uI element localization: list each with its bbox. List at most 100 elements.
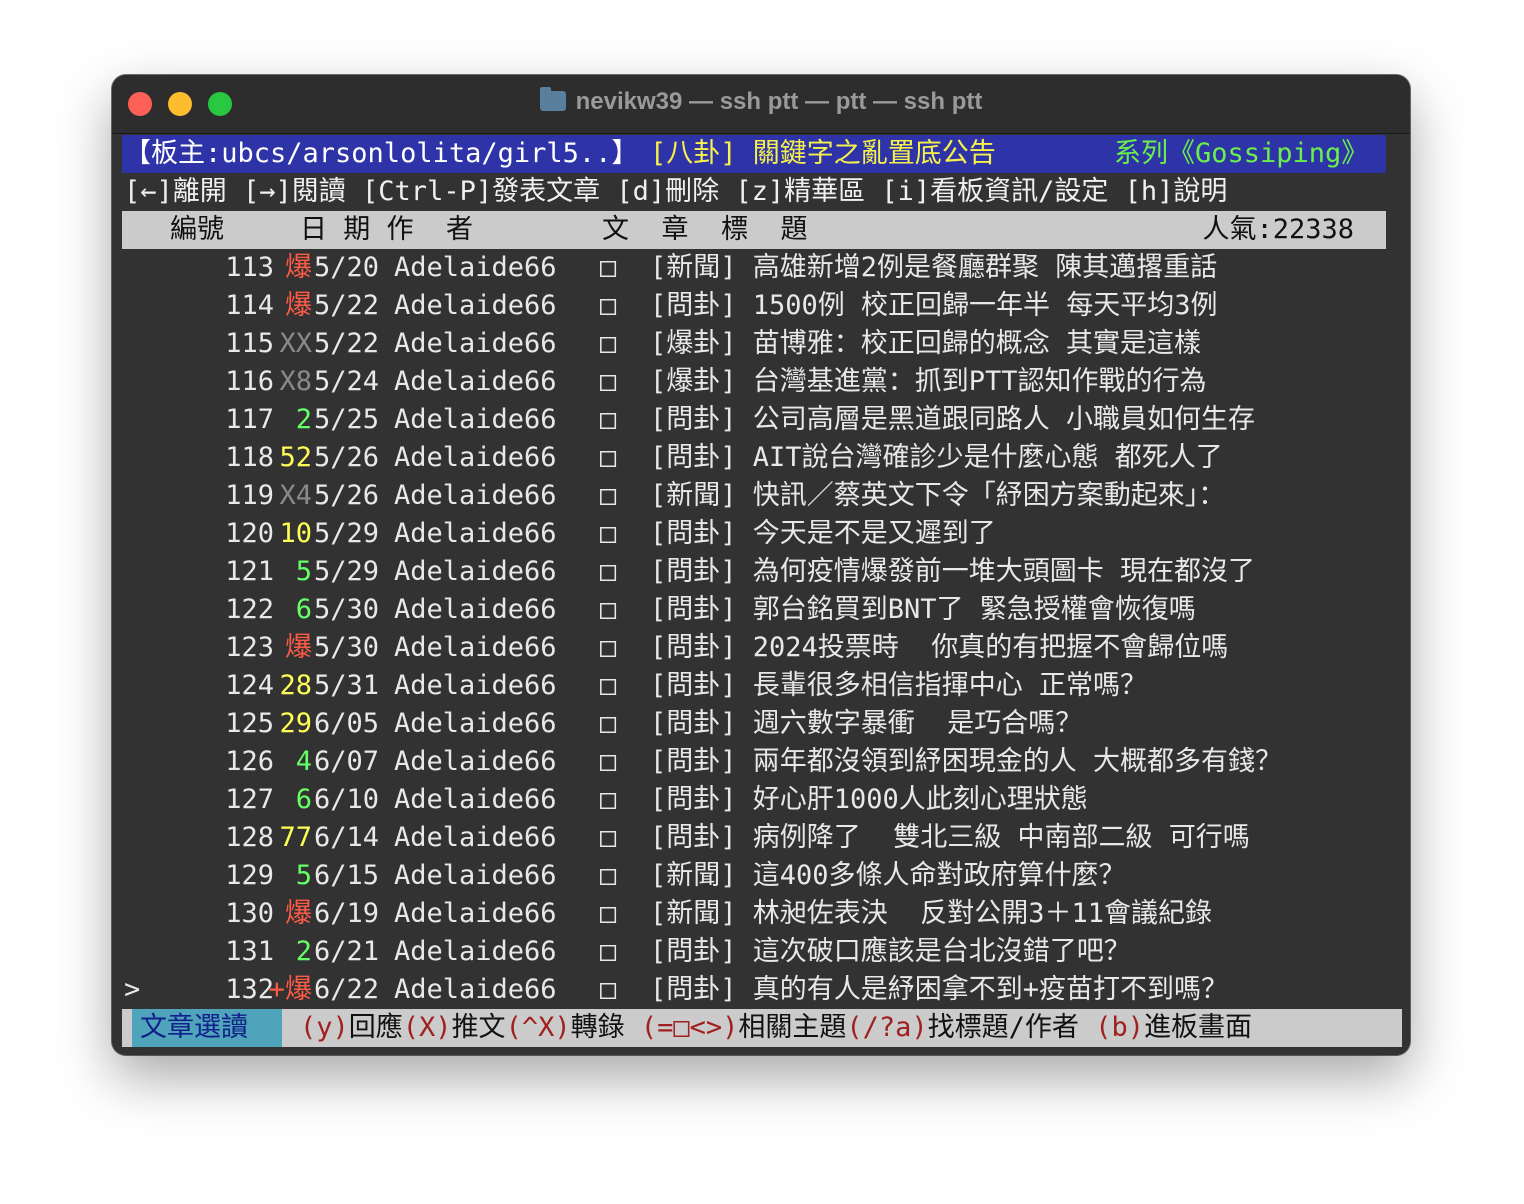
shortcut-key: (X) bbox=[402, 1012, 452, 1043]
article-date: 5/29 bbox=[314, 518, 380, 549]
shortcut-label: 進板畫面 bbox=[1143, 1012, 1252, 1043]
article-author: Adelaide66 bbox=[394, 594, 557, 625]
article-row[interactable]: 116 X8 5/24 Adelaide66 □ [爆卦] 台灣基進黨：抓到PTT認知作戰… bbox=[122, 363, 1402, 401]
article-date: 6/14 bbox=[314, 822, 380, 853]
article-author: Adelaide66 bbox=[394, 784, 557, 815]
push-score: 10 bbox=[279, 518, 312, 549]
push-score: X4 bbox=[279, 480, 312, 511]
article-mark: □ bbox=[600, 670, 617, 701]
article-date: 6/15 bbox=[314, 860, 380, 891]
col-popularity: 人氣:22338 bbox=[1202, 214, 1354, 245]
article-date: 5/25 bbox=[314, 404, 380, 435]
article-date: 5/29 bbox=[314, 556, 380, 587]
folder-icon bbox=[539, 87, 566, 111]
article-mark: □ bbox=[600, 632, 617, 663]
article-title[interactable]: [問卦] 週六數字暴衝 是巧合嗎？ bbox=[650, 705, 1082, 743]
title-bar: nevikw39 — ssh ptt — ptt — ssh ptt bbox=[112, 75, 1410, 134]
article-mark: □ bbox=[600, 860, 617, 891]
article-row[interactable]: 121 5 5/29 Adelaide66 □ [問卦] 為何疫情爆發前一堆大頭圖卡 現在… bbox=[122, 553, 1402, 591]
article-mark: □ bbox=[600, 480, 617, 511]
article-row[interactable]: >132 +爆 6/22 Adelaide66 □ [問卦] 真的有人是紓困拿不到+疫苗打… bbox=[122, 971, 1402, 1009]
article-title[interactable]: [新聞] 高雄新增2例是餐廳群聚 陳其邁撂重話 bbox=[650, 249, 1217, 287]
article-date: 6/22 bbox=[314, 974, 380, 1005]
push-score: 28 bbox=[279, 670, 312, 701]
article-row[interactable]: 114 爆 5/22 Adelaide66 □ [問卦] 1500例 校正回歸一年半 每天… bbox=[122, 287, 1402, 325]
article-mark: □ bbox=[600, 404, 617, 435]
article-author: Adelaide66 bbox=[394, 860, 557, 891]
article-title[interactable]: [問卦] 郭台銘買到BNT了 緊急授權會恢復嗎 bbox=[650, 591, 1196, 629]
column-header: 編號 日 期 作 者 文 章 標 題 人氣:22338 bbox=[122, 211, 1386, 249]
article-row[interactable]: 113 爆 5/20 Adelaide66 □ [新聞] 高雄新增2例是餐廳群聚 陳其邁撂… bbox=[122, 249, 1402, 287]
col-number: 編號 bbox=[170, 214, 224, 245]
article-title[interactable]: [問卦] AIT說台灣確診少是什麼心態 都死人了 bbox=[650, 439, 1223, 477]
article-mark: □ bbox=[600, 328, 617, 359]
board-header: 【板主:ubcs/arsonlolita/girl5..】 [八卦] 關鍵字之亂… bbox=[122, 135, 1386, 173]
article-title[interactable]: [問卦] 病例降了 雙北三級 中南部二級 可行嗎 bbox=[650, 819, 1250, 857]
push-score: 爆 bbox=[285, 632, 312, 663]
article-mark: □ bbox=[600, 784, 617, 815]
article-author: Adelaide66 bbox=[394, 480, 557, 511]
article-row[interactable]: 122 6 5/30 Adelaide66 □ [問卦] 郭台銘買到BNT了 緊急授權會恢… bbox=[122, 591, 1402, 629]
article-title[interactable]: [問卦] 長輩很多相信指揮中心 正常嗎？ bbox=[650, 667, 1147, 705]
article-author: Adelaide66 bbox=[394, 708, 557, 739]
article-mark: □ bbox=[600, 594, 617, 625]
article-row[interactable]: 115 XX 5/22 Adelaide66 □ [爆卦] 苗博雅：校正回歸的概念 其實是… bbox=[122, 325, 1402, 363]
article-date: 5/30 bbox=[314, 594, 380, 625]
shortcut-key: (/?a) bbox=[846, 1012, 928, 1043]
article-title[interactable]: [問卦] 好心肝1000人此刻心理狀態 bbox=[650, 781, 1088, 819]
article-author: Adelaide66 bbox=[394, 252, 557, 283]
article-mark: □ bbox=[600, 898, 617, 929]
col-date-author: 日 期 作 者 bbox=[300, 214, 474, 245]
article-row[interactable]: 131 2 6/21 Adelaide66 □ [問卦] 這次破口應該是台北沒錯了吧？ bbox=[122, 933, 1402, 971]
article-title[interactable]: [問卦] 1500例 校正回歸一年半 每天平均3例 bbox=[650, 287, 1218, 325]
article-row[interactable]: 124 28 5/31 Adelaide66 □ [問卦] 長輩很多相信指揮中心 正常嗎？ bbox=[122, 667, 1402, 705]
article-title[interactable]: [問卦] 為何疫情爆發前一堆大頭圖卡 現在都沒了 bbox=[650, 553, 1255, 591]
article-title[interactable]: [問卦] 今天是不是又遲到了 bbox=[650, 515, 996, 553]
article-title[interactable]: [問卦] 2024投票時 你真的有把握不會歸位嗎 bbox=[650, 629, 1228, 667]
push-score: 爆 bbox=[285, 252, 312, 283]
shortcut-label: 轉錄 bbox=[570, 1012, 625, 1043]
command-menu-text: [←]離開 [→]閱讀 [Ctrl-P]發表文章 [d]刪除 [z]精華區 [i… bbox=[124, 176, 1228, 207]
article-row[interactable]: 126 4 6/07 Adelaide66 □ [問卦] 兩年都沒領到紓困現金的人 大概都… bbox=[122, 743, 1402, 781]
article-title[interactable]: [問卦] 這次破口應該是台北沒錯了吧？ bbox=[650, 933, 1131, 971]
article-title[interactable]: [問卦] 兩年都沒領到紓困現金的人 大概都多有錢？ bbox=[650, 743, 1282, 781]
article-title[interactable]: [新聞] 林昶佐表決 反對公開3＋11會議紀錄 bbox=[650, 895, 1212, 933]
article-author: Adelaide66 bbox=[394, 746, 557, 777]
shortcut-key: (^X) bbox=[505, 1012, 571, 1043]
article-row[interactable]: 118 52 5/26 Adelaide66 □ [問卦] AIT說台灣確診少是什麼心態 … bbox=[122, 439, 1402, 477]
article-date: 5/26 bbox=[314, 480, 380, 511]
shortcut-hints: (y)回應(X)推文(^X)轉錄 (=□<>)相關主題(/?a)找標題/作者 (… bbox=[300, 1009, 1252, 1047]
push-score: 6 bbox=[295, 784, 312, 815]
article-title[interactable]: [問卦] 真的有人是紓困拿不到+疫苗打不到嗎？ bbox=[650, 971, 1228, 1009]
push-score: 4 bbox=[295, 746, 312, 777]
article-title[interactable]: [爆卦] 台灣基進黨：抓到PTT認知作戰的行為 bbox=[650, 363, 1207, 401]
article-row[interactable]: 130 爆 6/19 Adelaide66 □ [新聞] 林昶佐表決 反對公開3＋11會議… bbox=[122, 895, 1402, 933]
push-score: +爆 bbox=[268, 974, 312, 1005]
article-author: Adelaide66 bbox=[394, 670, 557, 701]
window-title-area: nevikw39 — ssh ptt — ptt — ssh ptt bbox=[112, 87, 1410, 116]
article-author: Adelaide66 bbox=[394, 290, 557, 321]
board-notice: [八卦] 關鍵字之亂置底公告 bbox=[650, 138, 996, 169]
article-title[interactable]: [爆卦] 苗博雅：校正回歸的概念 其實是這樣 bbox=[650, 325, 1201, 363]
article-row[interactable]: 128 77 6/14 Adelaide66 □ [問卦] 病例降了 雙北三級 中南部二級… bbox=[122, 819, 1402, 857]
article-row[interactable]: 123 爆 5/30 Adelaide66 □ [問卦] 2024投票時 你真的有把握不會… bbox=[122, 629, 1402, 667]
article-row[interactable]: 129 5 6/15 Adelaide66 □ [新聞] 這400多條人命對政府算什麼？ bbox=[122, 857, 1402, 895]
article-author: Adelaide66 bbox=[394, 898, 557, 929]
article-date: 5/24 bbox=[314, 366, 380, 397]
article-title[interactable]: [問卦] 公司高層是黑道跟同路人 小職員如何生存 bbox=[650, 401, 1255, 439]
article-author: Adelaide66 bbox=[394, 632, 557, 663]
article-title[interactable]: [新聞] 這400多條人命對政府算什麼？ bbox=[650, 857, 1126, 895]
article-row[interactable]: 120 10 5/29 Adelaide66 □ [問卦] 今天是不是又遲到了 bbox=[122, 515, 1402, 553]
mode-label: 文章選讀 bbox=[132, 1009, 282, 1047]
shortcut-label: 相關主題 bbox=[738, 1012, 847, 1043]
shortcut-key: (=□<>) bbox=[624, 1012, 739, 1043]
article-row[interactable]: 117 2 5/25 Adelaide66 □ [問卦] 公司高層是黑道跟同路人 小職員如… bbox=[122, 401, 1402, 439]
article-row[interactable]: 125 29 6/05 Adelaide66 □ [問卦] 週六數字暴衝 是巧合嗎？ bbox=[122, 705, 1402, 743]
article-row[interactable]: 127 6 6/10 Adelaide66 □ [問卦] 好心肝1000人此刻心理狀態 bbox=[122, 781, 1402, 819]
article-row[interactable]: 119 X4 5/26 Adelaide66 □ [新聞] 快訊／蔡英文下令「紓困方案動起… bbox=[122, 477, 1402, 515]
shortcut-key: (b) bbox=[1078, 1012, 1144, 1043]
article-title[interactable]: [新聞] 快訊／蔡英文下令「紓困方案動起來」： bbox=[650, 477, 1225, 515]
article-author: Adelaide66 bbox=[394, 974, 557, 1005]
terminal-content[interactable]: 【板主:ubcs/arsonlolita/girl5..】 [八卦] 關鍵字之亂… bbox=[122, 135, 1402, 1047]
board-series: 系列《Gossiping》 bbox=[1114, 138, 1369, 169]
